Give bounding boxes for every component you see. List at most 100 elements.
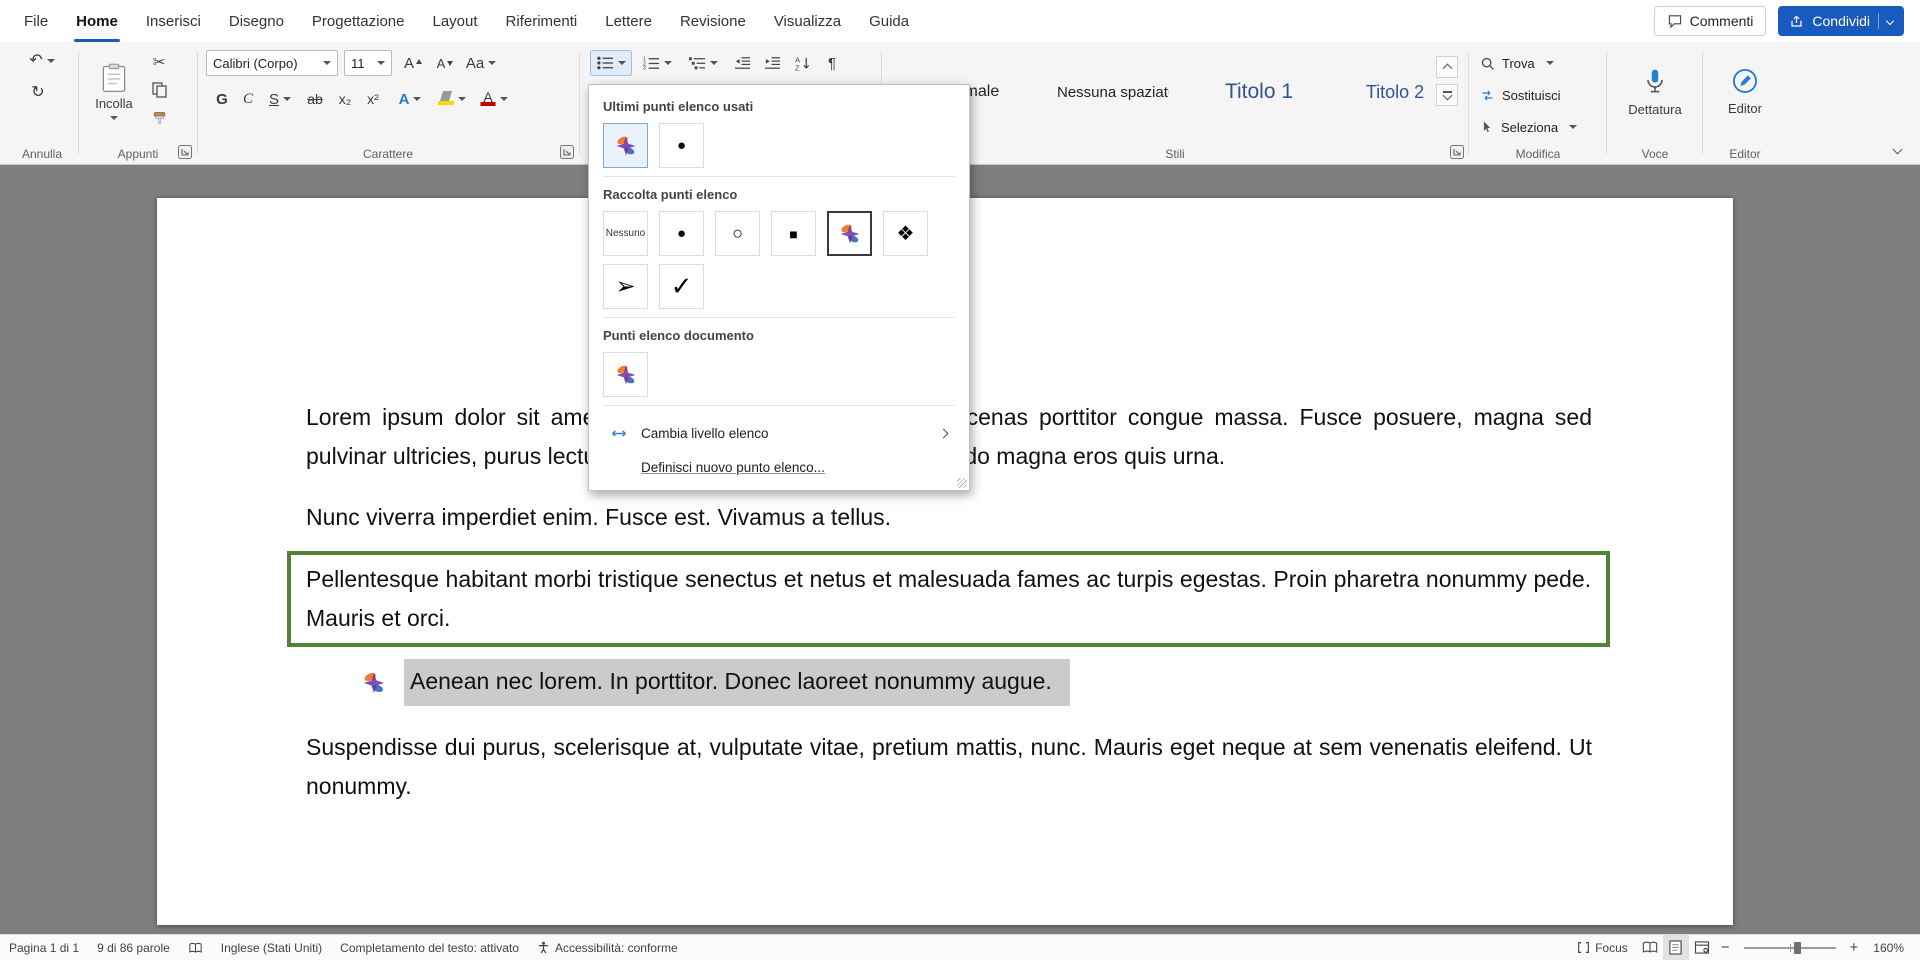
grow-font-label: A bbox=[404, 55, 414, 72]
numbering-button[interactable]: 123 bbox=[636, 50, 678, 76]
zoom-slider-thumb[interactable] bbox=[1794, 942, 1801, 954]
diamonds-bullet-icon: ❖ bbox=[897, 221, 915, 246]
bullets-button[interactable] bbox=[590, 50, 632, 76]
proofing-status[interactable] bbox=[179, 935, 212, 960]
sort-button[interactable]: AZ bbox=[788, 50, 816, 76]
dictate-button[interactable]: Dettatura bbox=[1620, 50, 1690, 132]
tab-layout[interactable]: Layout bbox=[419, 0, 492, 42]
bullet-library-menu: Ultimi punti elenco usati ● Raccolta pun… bbox=[588, 84, 970, 491]
underline-button[interactable]: S bbox=[262, 86, 298, 112]
paste-button[interactable]: Incolla bbox=[88, 47, 140, 137]
group-label-carattere: Carattere bbox=[200, 147, 576, 161]
bullet-option-square[interactable]: ■ bbox=[771, 211, 816, 256]
bullet-option-check[interactable]: ✓ bbox=[659, 264, 704, 309]
custom-bullet-icon bbox=[614, 134, 638, 158]
change-list-level-item[interactable]: Cambia livello elenco bbox=[603, 416, 955, 450]
chevron-down-icon bbox=[1569, 125, 1577, 133]
strikethrough-button[interactable]: ab bbox=[300, 86, 330, 112]
bullet-option-arrow[interactable]: ➢ bbox=[603, 264, 648, 309]
bordered-paragraph-box[interactable]: Pellentesque habitant morbi tristique se… bbox=[287, 551, 1610, 647]
format-painter-button[interactable] bbox=[146, 106, 172, 130]
focus-mode-button[interactable]: Focus bbox=[1568, 935, 1637, 960]
paragraph[interactable]: Pellentesque habitant morbi tristique se… bbox=[306, 560, 1591, 638]
cut-button[interactable]: ✂ bbox=[146, 50, 172, 74]
bullet-option-custom[interactable] bbox=[603, 123, 648, 168]
shrink-font-button[interactable]: A bbox=[430, 50, 460, 76]
style-titolo-1[interactable]: Titolo 1 bbox=[1194, 70, 1324, 114]
highlight-color-button[interactable] bbox=[432, 86, 472, 112]
bullet-list-item[interactable]: Aenean nec lorem. In porttitor. Donec la… bbox=[306, 659, 1592, 706]
collapse-ribbon-button[interactable] bbox=[1884, 138, 1910, 160]
styles-gallery-more-button[interactable] bbox=[1436, 84, 1458, 106]
style-nessuna-spaziatura[interactable]: Nessuna spaziatura bbox=[1042, 70, 1184, 114]
text-completion-status[interactable]: Completamento del testo: attivato bbox=[331, 935, 528, 960]
bullet-option-none[interactable]: Nessuno bbox=[603, 211, 648, 256]
tab-revisione[interactable]: Revisione bbox=[666, 0, 760, 42]
page-number-status[interactable]: Pagina 1 di 1 bbox=[0, 935, 88, 960]
comments-button[interactable]: Commenti bbox=[1654, 6, 1767, 36]
font-name-select[interactable]: Calibri (Corpo) bbox=[206, 50, 338, 76]
menu-resize-grip[interactable] bbox=[957, 478, 967, 488]
read-mode-button[interactable] bbox=[1637, 935, 1663, 960]
bullet-option-custom-selected[interactable] bbox=[827, 211, 872, 256]
subscript-button[interactable]: x₂ bbox=[332, 86, 358, 112]
tab-home[interactable]: Home bbox=[62, 0, 132, 42]
grow-font-button[interactable]: A bbox=[398, 50, 428, 76]
web-layout-button[interactable] bbox=[1689, 935, 1715, 960]
tab-riferimenti[interactable]: Riferimenti bbox=[492, 0, 592, 42]
copy-button[interactable] bbox=[146, 78, 172, 102]
decrease-indent-button[interactable] bbox=[728, 50, 756, 76]
bullet-option-custom-document[interactable] bbox=[603, 352, 648, 397]
share-button[interactable]: Condividi bbox=[1778, 6, 1904, 36]
zoom-in-button[interactable]: + bbox=[1844, 939, 1865, 956]
arrow-bullet-icon: ➢ bbox=[615, 272, 635, 301]
italic-button[interactable]: C bbox=[236, 86, 260, 112]
chevron-down-icon bbox=[500, 97, 508, 105]
replace-button[interactable]: Sostituisci bbox=[1480, 82, 1561, 108]
show-formatting-button[interactable]: ¶ bbox=[818, 50, 846, 76]
paragraph[interactable]: Nunc viverra imperdiet enim. Fusce est. … bbox=[306, 498, 1592, 537]
zoom-out-button[interactable]: − bbox=[1715, 939, 1736, 956]
tab-visualizza[interactable]: Visualizza bbox=[760, 0, 855, 42]
stili-dialog-launcher[interactable] bbox=[1450, 145, 1464, 159]
multilevel-list-button[interactable] bbox=[682, 50, 724, 76]
bullet-option-diamonds[interactable]: ❖ bbox=[883, 211, 928, 256]
font-color-button[interactable]: A bbox=[474, 86, 514, 112]
tab-lettere[interactable]: Lettere bbox=[591, 0, 666, 42]
bullet-option-circle[interactable]: ○ bbox=[715, 211, 760, 256]
text-effects-button[interactable]: A bbox=[392, 86, 428, 112]
redo-button[interactable]: ↻ bbox=[24, 80, 52, 106]
group-label-annulla: Annulla bbox=[10, 147, 74, 161]
increase-indent-button[interactable] bbox=[758, 50, 786, 76]
word-count-status[interactable]: 9 di 86 parole bbox=[88, 935, 179, 960]
zoom-level-button[interactable]: 160% bbox=[1864, 935, 1920, 960]
tab-guida[interactable]: Guida bbox=[855, 0, 923, 42]
styles-gallery-up-button[interactable] bbox=[1436, 56, 1458, 78]
tab-file[interactable]: File bbox=[10, 0, 62, 42]
tab-disegno[interactable]: Disegno bbox=[215, 0, 298, 42]
zoom-slider[interactable] bbox=[1744, 947, 1836, 949]
selected-text[interactable]: Aenean nec lorem. In porttitor. Donec la… bbox=[404, 659, 1070, 706]
define-new-bullet-item[interactable]: Definisci nuovo punto elenco... bbox=[603, 450, 955, 484]
carattere-dialog-launcher[interactable] bbox=[560, 145, 574, 159]
print-layout-button[interactable] bbox=[1663, 935, 1689, 960]
select-button[interactable]: Seleziona bbox=[1480, 114, 1577, 140]
paragraph[interactable]: Suspendisse dui purus, scelerisque at, v… bbox=[306, 728, 1592, 806]
bold-button[interactable]: G bbox=[210, 86, 234, 112]
find-button[interactable]: Trova bbox=[1480, 50, 1554, 76]
undo-button[interactable]: ↶ bbox=[24, 48, 60, 74]
appunti-dialog-launcher[interactable] bbox=[178, 145, 192, 159]
editor-label: Editor bbox=[1728, 101, 1762, 116]
accessibility-status[interactable]: Accessibilità: conforme bbox=[528, 935, 687, 960]
editor-button[interactable]: Editor bbox=[1714, 50, 1776, 132]
superscript-button[interactable]: x² bbox=[360, 86, 386, 112]
tab-inserisci[interactable]: Inserisci bbox=[132, 0, 215, 42]
dictate-label: Dettatura bbox=[1628, 102, 1681, 117]
font-size-select[interactable]: 11 bbox=[344, 50, 392, 76]
bullet-option-dot[interactable]: ● bbox=[659, 123, 704, 168]
change-case-button[interactable]: Aa bbox=[462, 50, 500, 76]
zoom-level-label: 160% bbox=[1873, 941, 1904, 955]
bullet-option-dot[interactable]: ● bbox=[659, 211, 704, 256]
language-status[interactable]: Inglese (Stati Uniti) bbox=[212, 935, 331, 960]
tab-progettazione[interactable]: Progettazione bbox=[298, 0, 419, 42]
